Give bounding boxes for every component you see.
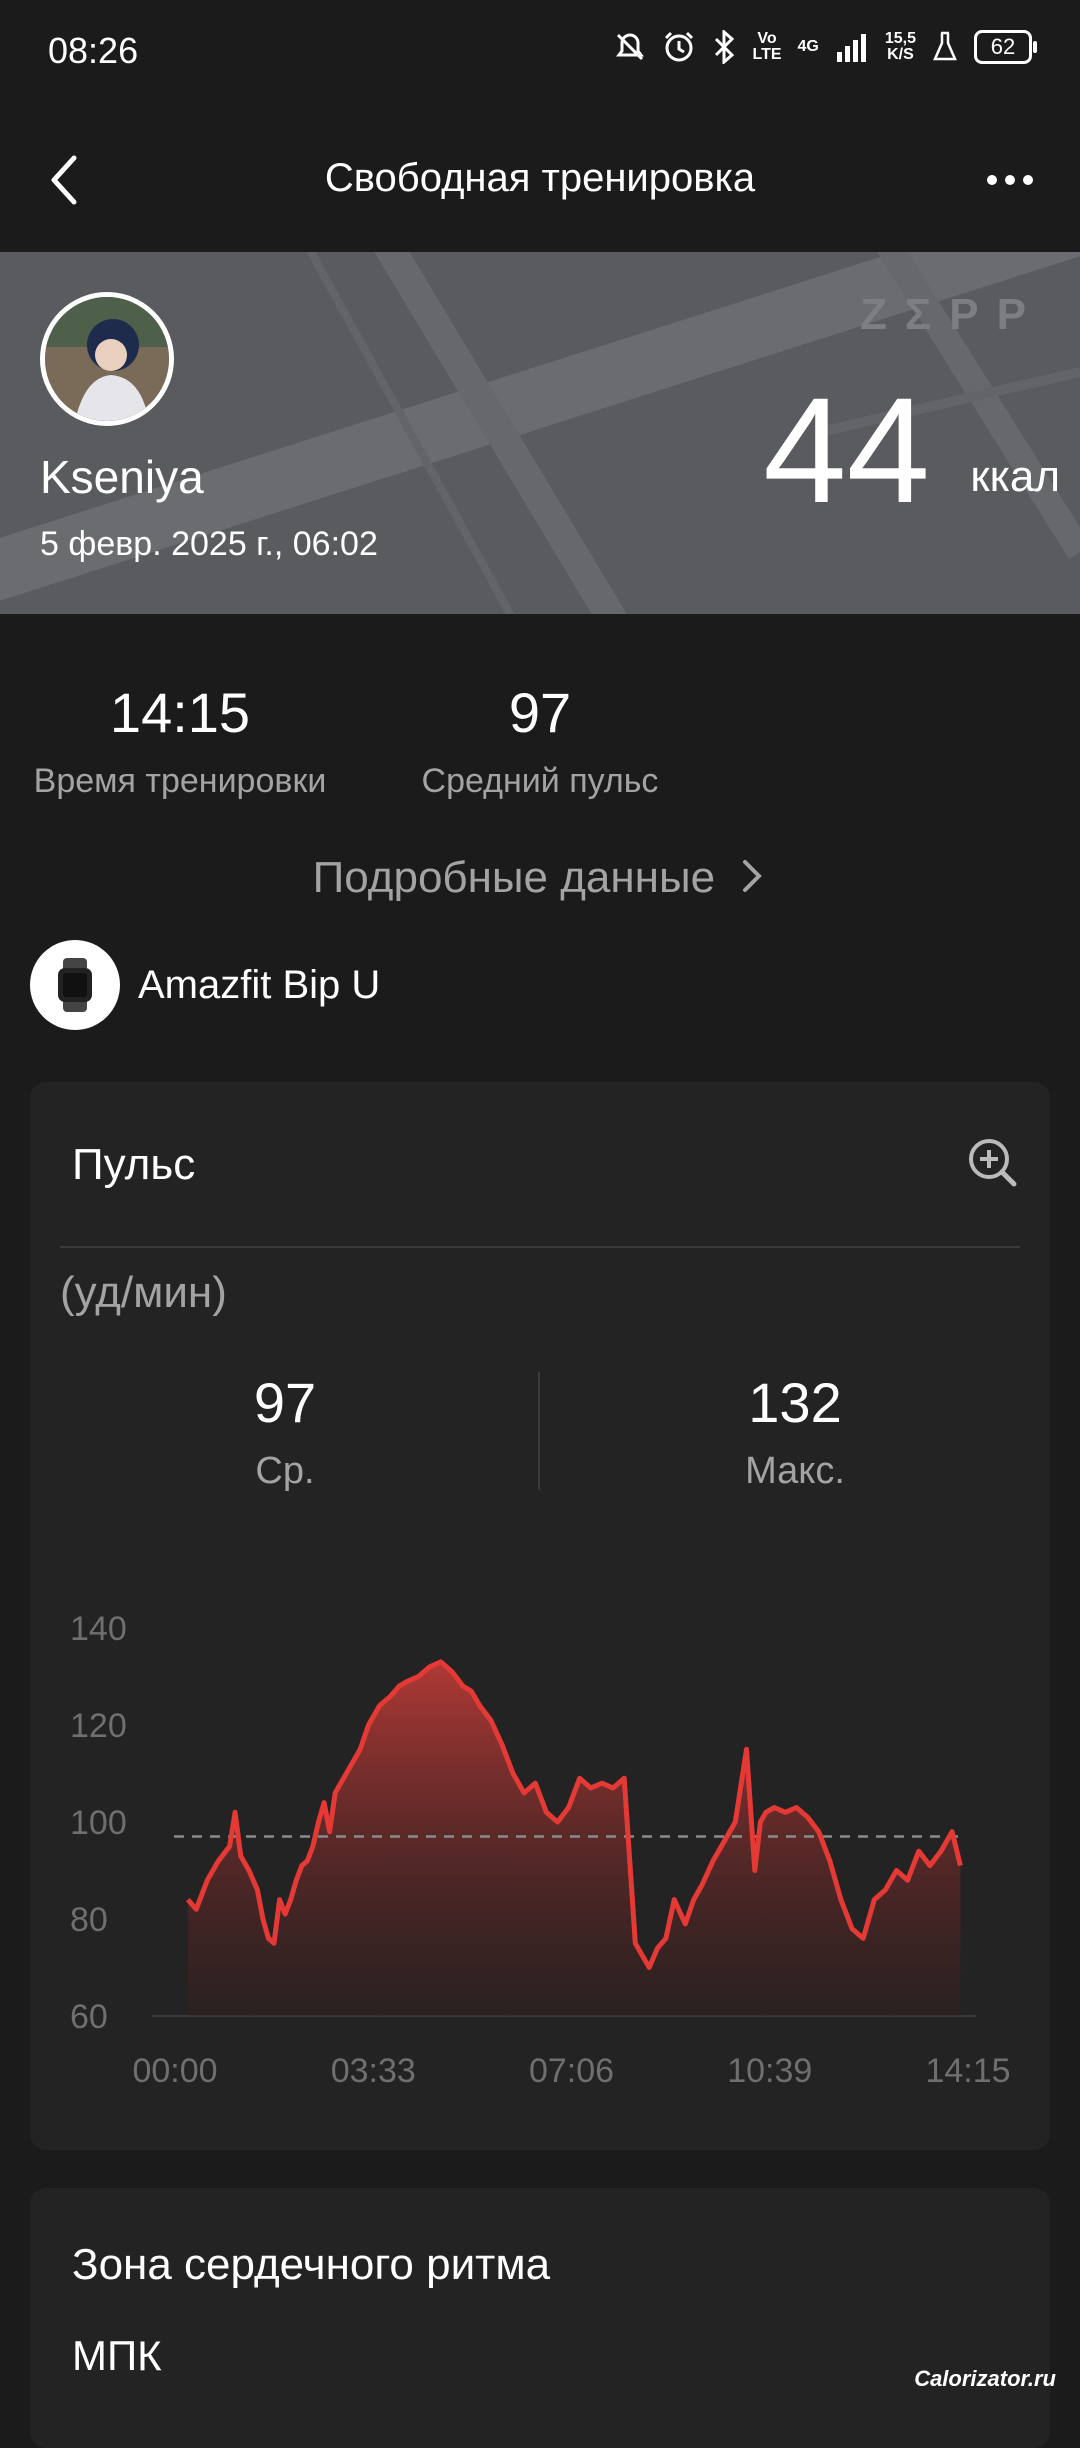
zepp-logo: ZΣPP bbox=[860, 290, 1044, 339]
alarm-icon bbox=[665, 31, 694, 62]
pulse-max-value: 132 bbox=[748, 1371, 842, 1434]
heart-rate-zone-card bbox=[30, 2188, 1050, 2448]
zone-card-subtitle: МПК bbox=[72, 2332, 162, 2379]
workout-time-value: 14:15 bbox=[109, 681, 251, 744]
user-avatar bbox=[40, 292, 174, 426]
avg-pulse-label: Средний пульс bbox=[421, 762, 659, 800]
y-tick-label: 140 bbox=[70, 1610, 127, 1648]
pulse-card-title: Пульс bbox=[72, 1140, 196, 1189]
bluetooth-icon bbox=[715, 30, 735, 64]
details-link[interactable]: Подробные данные bbox=[0, 853, 1080, 903]
calories-value: 44 bbox=[763, 366, 930, 534]
y-tick-label: 80 bbox=[70, 1901, 108, 1939]
pulse-avg-value: 97 bbox=[253, 1371, 317, 1434]
x-tick-label: 14:15 bbox=[925, 2052, 1010, 2090]
status-time: 08:26 bbox=[48, 30, 139, 71]
details-link-label: Подробные данные bbox=[312, 853, 716, 902]
x-tick-label: 07:06 bbox=[529, 2052, 614, 2090]
zoom-in-icon[interactable] bbox=[965, 1135, 1021, 1191]
chevron-right-icon bbox=[743, 860, 763, 892]
network-4g-indicator: 4G bbox=[797, 38, 819, 55]
x-tick-label: 10:39 bbox=[727, 2052, 812, 2090]
more-options-icon[interactable] bbox=[980, 160, 1040, 200]
pulse-max-label: Макс. bbox=[745, 1450, 845, 1492]
network-speed: 15,5 K/S bbox=[884, 30, 916, 63]
volte-indicator: Vo LTE bbox=[752, 30, 782, 63]
username: Kseniya bbox=[40, 451, 204, 503]
x-tick-label: 03:33 bbox=[331, 2052, 416, 2090]
heart-rate-chart[interactable]: 140 120 100 80 60 00:00 03:33 07:06 10:39 14:15 bbox=[0, 1590, 1080, 2110]
x-tick-label: 00:00 bbox=[132, 2052, 217, 2090]
card-divider bbox=[60, 1246, 1020, 1248]
y-tick-label: 60 bbox=[70, 1998, 108, 2036]
status-icons: Vo LTE 4G 15,5 K/S 62 bbox=[614, 30, 1037, 64]
calories-unit: ккал bbox=[970, 452, 1060, 501]
y-tick-label: 100 bbox=[70, 1804, 127, 1842]
y-tick-label: 120 bbox=[70, 1707, 127, 1745]
page-title: Свободная тренировка bbox=[324, 156, 756, 200]
heart-rate-area bbox=[187, 1661, 961, 2016]
workout-time-label: Время тренировки bbox=[33, 762, 327, 800]
avg-pulse-value: 97 bbox=[508, 681, 572, 744]
stats-separator bbox=[538, 1372, 540, 1490]
battery-indicator: 62 bbox=[974, 30, 1037, 64]
watermark: Calorizator.ru bbox=[914, 2366, 1056, 2391]
signal-icon bbox=[836, 34, 866, 62]
avatar-photo bbox=[45, 297, 169, 421]
device-name: Amazfit Bip U bbox=[138, 963, 381, 1007]
pulse-unit: (уд/мин) bbox=[60, 1268, 227, 1317]
watch-icon bbox=[30, 940, 120, 1030]
workout-date: 5 февр. 2025 г., 06:02 bbox=[40, 525, 378, 563]
pulse-avg-label: Ср. bbox=[255, 1450, 315, 1492]
lab-flask-icon bbox=[933, 31, 957, 61]
mute-notifications-icon bbox=[616, 33, 645, 61]
zone-card-title: Зона сердечного ритма bbox=[72, 2240, 551, 2289]
